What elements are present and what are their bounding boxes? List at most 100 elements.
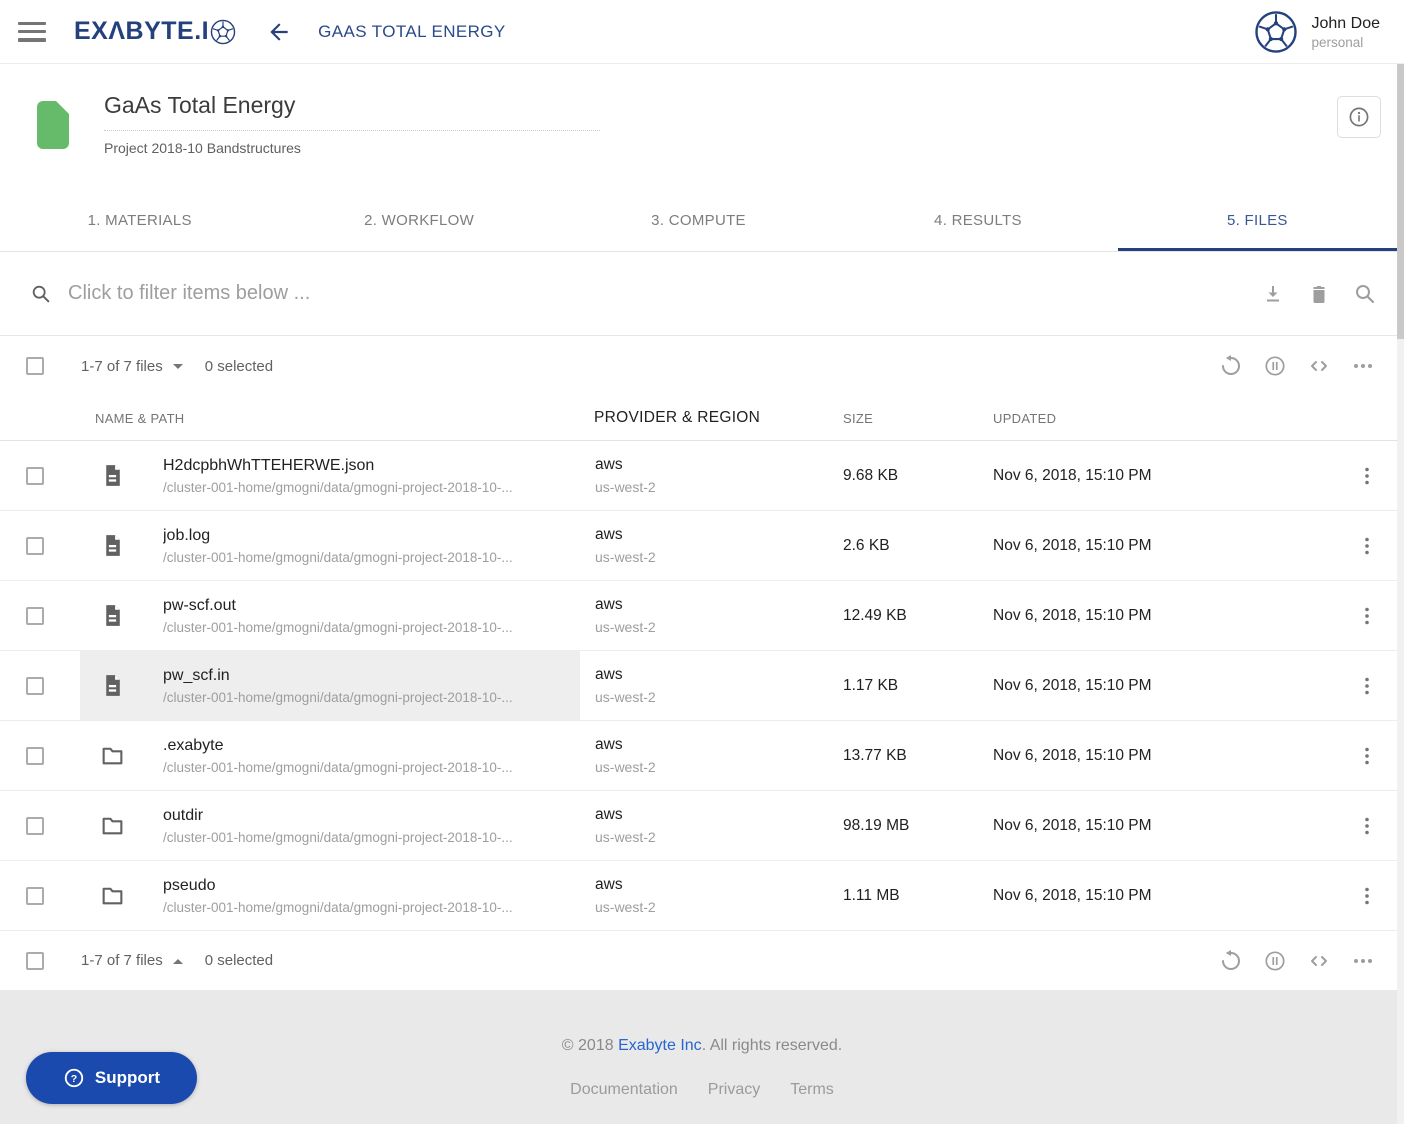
file-list: H2dcpbhWhTTEHERWE.json /cluster-001-home… <box>0 441 1397 931</box>
table-row[interactable]: H2dcpbhWhTTEHERWE.json /cluster-001-home… <box>0 441 1397 511</box>
tab[interactable]: 2. WORKFLOW <box>279 192 558 251</box>
breadcrumb: GAAS TOTAL ENERGY <box>318 22 506 42</box>
file-name[interactable]: pseudo <box>163 877 580 895</box>
user-name: John Doe <box>1312 13 1381 35</box>
table-row[interactable]: job.log /cluster-001-home/gmogni/data/gm… <box>0 511 1397 581</box>
pause-icon[interactable] <box>1263 354 1287 378</box>
row-menu-icon[interactable] <box>1355 744 1379 768</box>
file-path: /cluster-001-home/gmogni/data/gmogni-pro… <box>163 480 580 495</box>
row-checkbox[interactable] <box>26 467 44 485</box>
chevron-up-icon <box>173 959 183 964</box>
tab[interactable]: 5. FILES <box>1118 192 1397 251</box>
row-checkbox[interactable] <box>26 747 44 765</box>
company-link[interactable]: Exabyte Inc <box>618 1037 702 1054</box>
code-icon[interactable] <box>1307 354 1331 378</box>
more-icon[interactable] <box>1351 354 1375 378</box>
column-header-size[interactable]: SIZE <box>843 411 993 426</box>
logo-text: EXΛBYTE.I <box>74 17 209 46</box>
back-arrow-icon[interactable] <box>266 19 292 45</box>
file-path: /cluster-001-home/gmogni/data/gmogni-pro… <box>163 690 580 705</box>
menu-icon[interactable] <box>18 22 48 42</box>
tab[interactable]: 1. MATERIALS <box>0 192 279 251</box>
scrollbar-thumb[interactable] <box>1397 64 1404 339</box>
file-size: 9.68 KB <box>843 467 993 485</box>
tab[interactable]: 3. COMPUTE <box>559 192 838 251</box>
provider: aws <box>595 456 843 474</box>
file-name[interactable]: pw_scf.in <box>163 667 580 685</box>
tab[interactable]: 4. RESULTS <box>838 192 1117 251</box>
provider: aws <box>595 736 843 754</box>
logo-ball-icon <box>210 19 236 45</box>
row-checkbox[interactable] <box>26 817 44 835</box>
tab-label: 5. FILES <box>1227 212 1288 229</box>
pagination-label[interactable]: 1-7 of 7 files <box>81 358 183 375</box>
search-action-icon[interactable] <box>1353 282 1377 306</box>
delete-icon[interactable] <box>1307 282 1331 306</box>
table-row[interactable]: outdir /cluster-001-home/gmogni/data/gmo… <box>0 791 1397 861</box>
pagination-label-bottom[interactable]: 1-7 of 7 files <box>81 952 183 969</box>
user-menu[interactable]: John Doe personal <box>1254 10 1381 54</box>
column-header-name[interactable]: NAME & PATH <box>80 411 580 426</box>
pause-icon[interactable] <box>1263 949 1287 973</box>
row-checkbox[interactable] <box>26 677 44 695</box>
footer: © 2018 Exabyte Inc. All rights reserved.… <box>0 990 1404 1124</box>
code-icon[interactable] <box>1307 949 1331 973</box>
row-checkbox[interactable] <box>26 887 44 905</box>
file-updated: Nov 6, 2018, 15:10 PM <box>993 537 1337 555</box>
file-size: 13.77 KB <box>843 747 993 765</box>
provider: aws <box>595 876 843 894</box>
file-name[interactable]: job.log <box>163 527 580 545</box>
support-button[interactable]: ? Support <box>26 1052 197 1104</box>
provider: aws <box>595 526 843 544</box>
download-icon[interactable] <box>1261 282 1285 306</box>
exabyte-logo[interactable]: EXΛBYTE.I <box>74 17 236 46</box>
region: us-west-2 <box>595 899 843 915</box>
file-icon <box>100 532 125 559</box>
row-menu-icon[interactable] <box>1355 814 1379 838</box>
row-menu-icon[interactable] <box>1355 534 1379 558</box>
select-all-checkbox-bottom[interactable] <box>26 952 44 970</box>
row-menu-icon[interactable] <box>1355 604 1379 628</box>
file-name[interactable]: .exabyte <box>163 737 580 755</box>
row-menu-icon[interactable] <box>1355 884 1379 908</box>
footer-link[interactable]: Terms <box>790 1081 834 1099</box>
file-name[interactable]: pw-scf.out <box>163 597 580 615</box>
page-title[interactable]: GaAs Total Energy <box>104 92 600 131</box>
file-name[interactable]: outdir <box>163 807 580 825</box>
svg-text:?: ? <box>71 1073 77 1085</box>
row-checkbox[interactable] <box>26 607 44 625</box>
table-row[interactable]: pw-scf.out /cluster-001-home/gmogni/data… <box>0 581 1397 651</box>
app-window: EXΛBYTE.I GAAS TOTAL ENERGY John Doe per… <box>0 0 1404 1124</box>
folder-icon <box>100 742 125 769</box>
footer-link[interactable]: Documentation <box>570 1081 678 1099</box>
file-size: 1.11 MB <box>843 887 993 905</box>
table-row[interactable]: pw_scf.in /cluster-001-home/gmogni/data/… <box>0 651 1397 721</box>
table-row[interactable]: .exabyte /cluster-001-home/gmogni/data/g… <box>0 721 1397 791</box>
file-updated: Nov 6, 2018, 15:10 PM <box>993 887 1337 905</box>
row-checkbox[interactable] <box>26 537 44 555</box>
page-subtitle: Project 2018-10 Bandstructures <box>104 140 600 156</box>
footer-link[interactable]: Privacy <box>708 1081 760 1099</box>
region: us-west-2 <box>595 829 843 845</box>
select-all-checkbox[interactable] <box>26 357 44 375</box>
row-menu-icon[interactable] <box>1355 674 1379 698</box>
file-path: /cluster-001-home/gmogni/data/gmogni-pro… <box>163 830 580 845</box>
filter-input[interactable] <box>68 282 1261 305</box>
list-controls-bottom: 1-7 of 7 files 0 selected <box>0 931 1397 990</box>
refresh-icon[interactable] <box>1219 949 1243 973</box>
avatar <box>1254 10 1298 54</box>
file-name[interactable]: H2dcpbhWhTTEHERWE.json <box>163 457 580 475</box>
tab-label: 1. MATERIALS <box>88 212 192 229</box>
table-row[interactable]: pseudo /cluster-001-home/gmogni/data/gmo… <box>0 861 1397 931</box>
scrollbar[interactable] <box>1397 64 1404 1124</box>
table-header: NAME & PATH PROVIDER & REGION SIZE UPDAT… <box>0 396 1397 441</box>
row-menu-icon[interactable] <box>1355 464 1379 488</box>
refresh-icon[interactable] <box>1219 354 1243 378</box>
more-icon[interactable] <box>1351 949 1375 973</box>
info-button[interactable] <box>1337 96 1381 138</box>
column-header-updated[interactable]: UPDATED <box>993 411 1337 426</box>
region: us-west-2 <box>595 689 843 705</box>
file-size: 12.49 KB <box>843 607 993 625</box>
region: us-west-2 <box>595 549 843 565</box>
column-header-provider[interactable]: PROVIDER & REGION <box>580 409 843 427</box>
